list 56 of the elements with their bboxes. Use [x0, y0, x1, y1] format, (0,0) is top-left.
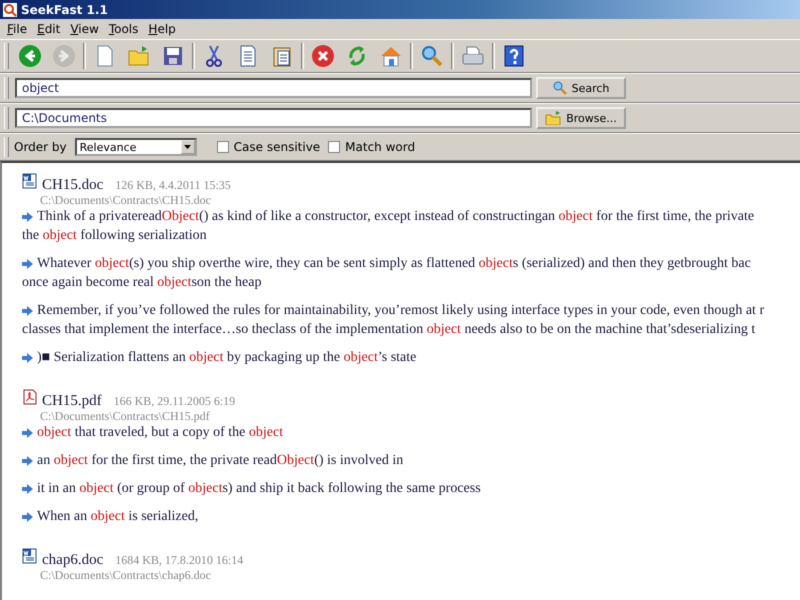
snippet-line: Remember, if you’ve followed the rules for maintainability, you’remost likely using interface types in your code, even though at r — [22, 301, 764, 320]
folder-icon — [545, 111, 562, 125]
pdf-document-icon — [22, 389, 38, 405]
file-name[interactable]: CH15.doc — [42, 177, 104, 194]
file-info: 1684 KB, 17.8.2010 16:14 — [115, 553, 244, 568]
word-document-icon — [22, 548, 38, 564]
search-icon — [552, 81, 567, 95]
arrow-bullet-icon — [22, 352, 33, 362]
snippet-line: Whatever object(s) you ship overthe wire, they can be sent simply as flattened objects (serialized) and then they getbrought bac — [22, 254, 751, 273]
arrow-bullet-icon — [22, 484, 33, 494]
arrow-bullet-icon — [22, 258, 33, 268]
checkbox-label: Case sensitive — [234, 140, 320, 154]
snippet-line: )■ Serialization flattens an object by packaging up the object’s state — [22, 348, 416, 367]
arrow-bullet-icon — [22, 456, 33, 466]
snippet-line: When an object is serialized, — [22, 507, 198, 526]
arrow-bullet-icon — [22, 212, 33, 222]
arrow-bullet-icon — [22, 428, 33, 438]
snippet-line: it in an object (or group of objects) and ship it back following the same process — [22, 479, 481, 498]
window-title: SeekFast 1.1 — [21, 2, 108, 16]
file-info: 126 KB, 4.4.2011 15:35 — [115, 178, 231, 193]
checkbox[interactable] — [328, 141, 340, 153]
file-info: 166 KB, 29.11.2005 6:19 — [114, 394, 236, 409]
snippet-line: the object following serialization — [22, 227, 207, 245]
folder-path-field[interactable]: C:\Documents — [15, 108, 532, 128]
search-icon — [420, 44, 444, 68]
menu-item[interactable]: Edit — [32, 22, 66, 36]
snippet-line: Think of a privatereadObject() as kind of like a constructor, except instead of constructingan object for the first time, the private — [22, 207, 754, 226]
menu-item[interactable]: File — [2, 22, 32, 36]
home-icon — [379, 44, 403, 68]
menu-item[interactable]: Help — [143, 22, 181, 36]
word-document-icon — [22, 173, 38, 189]
order-by-label: Order by — [14, 140, 67, 154]
arrow-bullet-icon — [22, 512, 33, 522]
file-path: C:\Documents\Contracts\CH15.pdf — [40, 410, 210, 423]
file-path: C:\Documents\Contracts\chap6.doc — [40, 569, 211, 582]
folder-icon — [127, 44, 151, 68]
snippet-line: object that traveled, but a copy of the object — [22, 423, 284, 442]
close-icon — [311, 44, 335, 68]
search-button[interactable]: Search — [536, 77, 626, 99]
browse-button[interactable]: Browse... — [536, 107, 626, 129]
menu-item[interactable]: Tools — [104, 22, 144, 36]
file-name[interactable]: chap6.doc — [42, 552, 104, 569]
arrow-bullet-icon — [22, 306, 33, 316]
order-by-dropdown[interactable]: Relevance — [74, 138, 197, 156]
checkbox[interactable] — [216, 141, 229, 153]
checkbox-label: Match word — [345, 140, 416, 154]
snippet-line: an object for the first time, the private readObject() is involved in — [22, 451, 404, 470]
menu-item[interactable]: View — [65, 22, 104, 36]
file-path: C:\Documents\Contracts\CH15.doc — [40, 194, 211, 207]
file-name[interactable]: CH15.pdf — [42, 393, 102, 410]
magnifier-logo-icon — [3, 2, 17, 16]
snippet-line: classes that implement the interface…so theclass of the implementation object needs also to be on the machine that’sdeserializing t — [22, 321, 756, 339]
snippet-line: once again become real objectson the heap — [22, 274, 262, 292]
search-field[interactable]: object — [15, 78, 532, 98]
caret-icon — [184, 145, 192, 149]
help-icon — [502, 44, 526, 68]
